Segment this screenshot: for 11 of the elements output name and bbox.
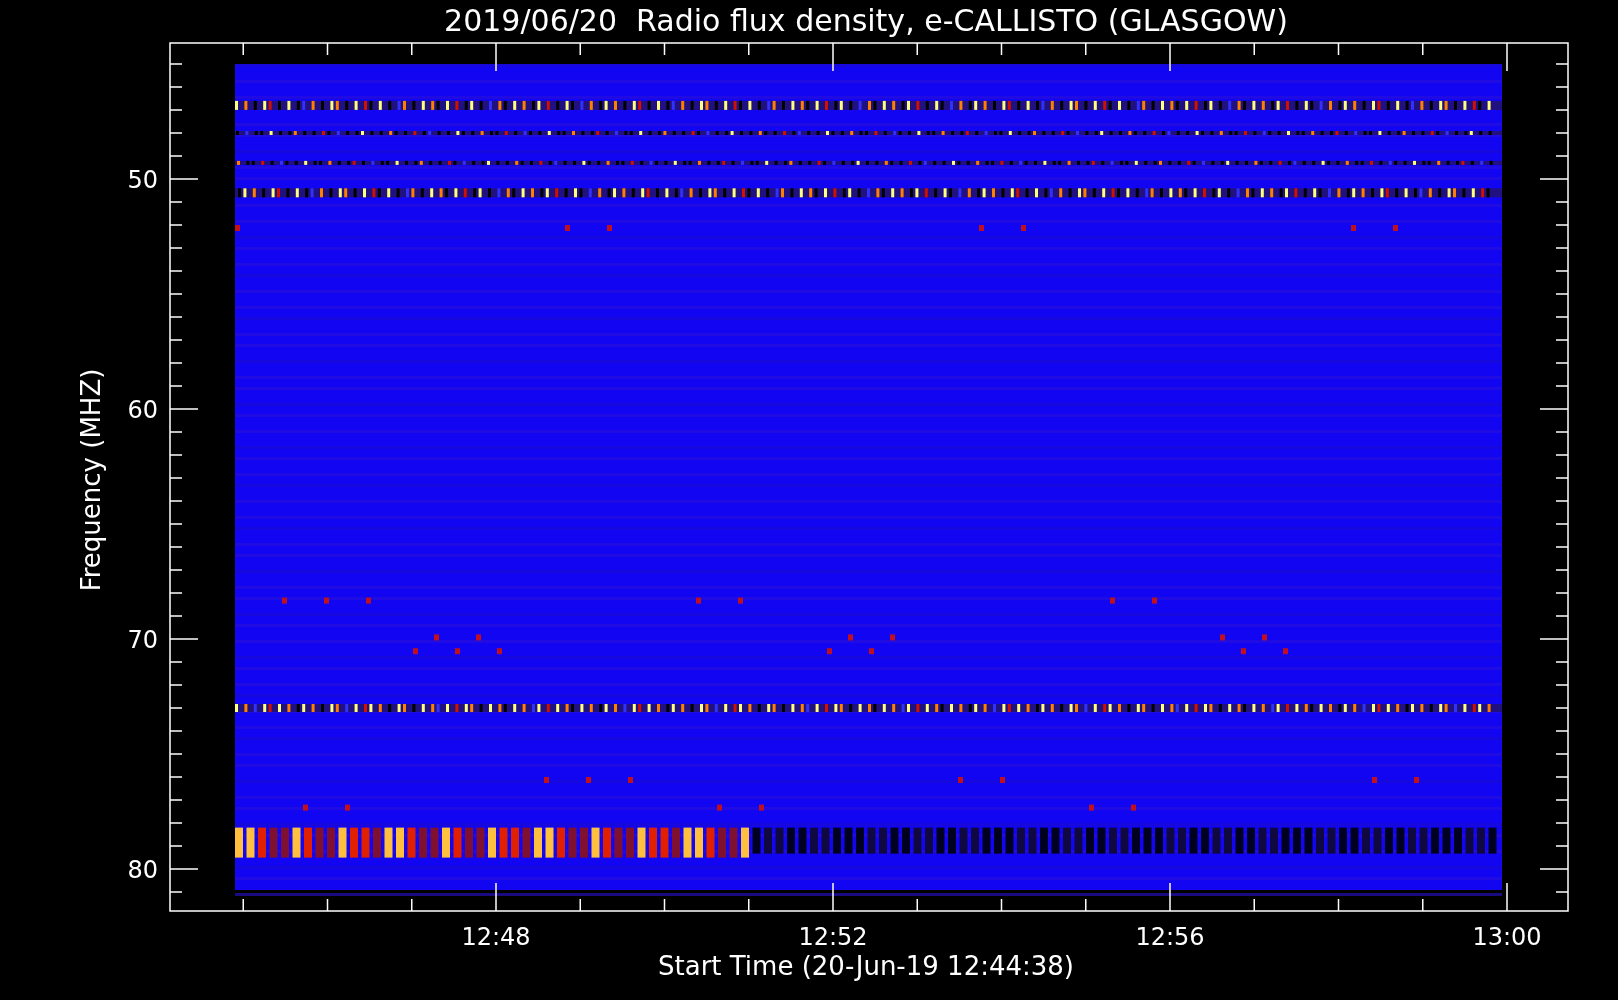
x-tick-label: 12:56 — [1135, 923, 1205, 951]
y-tick-label: 60 — [127, 396, 158, 424]
y-tick-label: 70 — [127, 626, 158, 654]
y-axis-label: Frequency (MHZ) — [76, 368, 106, 592]
x-axis-label: Start Time (20-Jun-19 12:44:38) — [658, 951, 1074, 981]
y-tick-label: 50 — [127, 166, 158, 194]
x-tick-label: 13:00 — [1472, 923, 1542, 951]
x-tick-label: 12:48 — [461, 923, 531, 951]
x-tick-label: 12:52 — [798, 923, 868, 951]
y-tick-label: 80 — [127, 856, 158, 884]
plot-title: 2019/06/20 Radio flux density, e-CALLISTO (GLASGOW) — [444, 3, 1288, 38]
